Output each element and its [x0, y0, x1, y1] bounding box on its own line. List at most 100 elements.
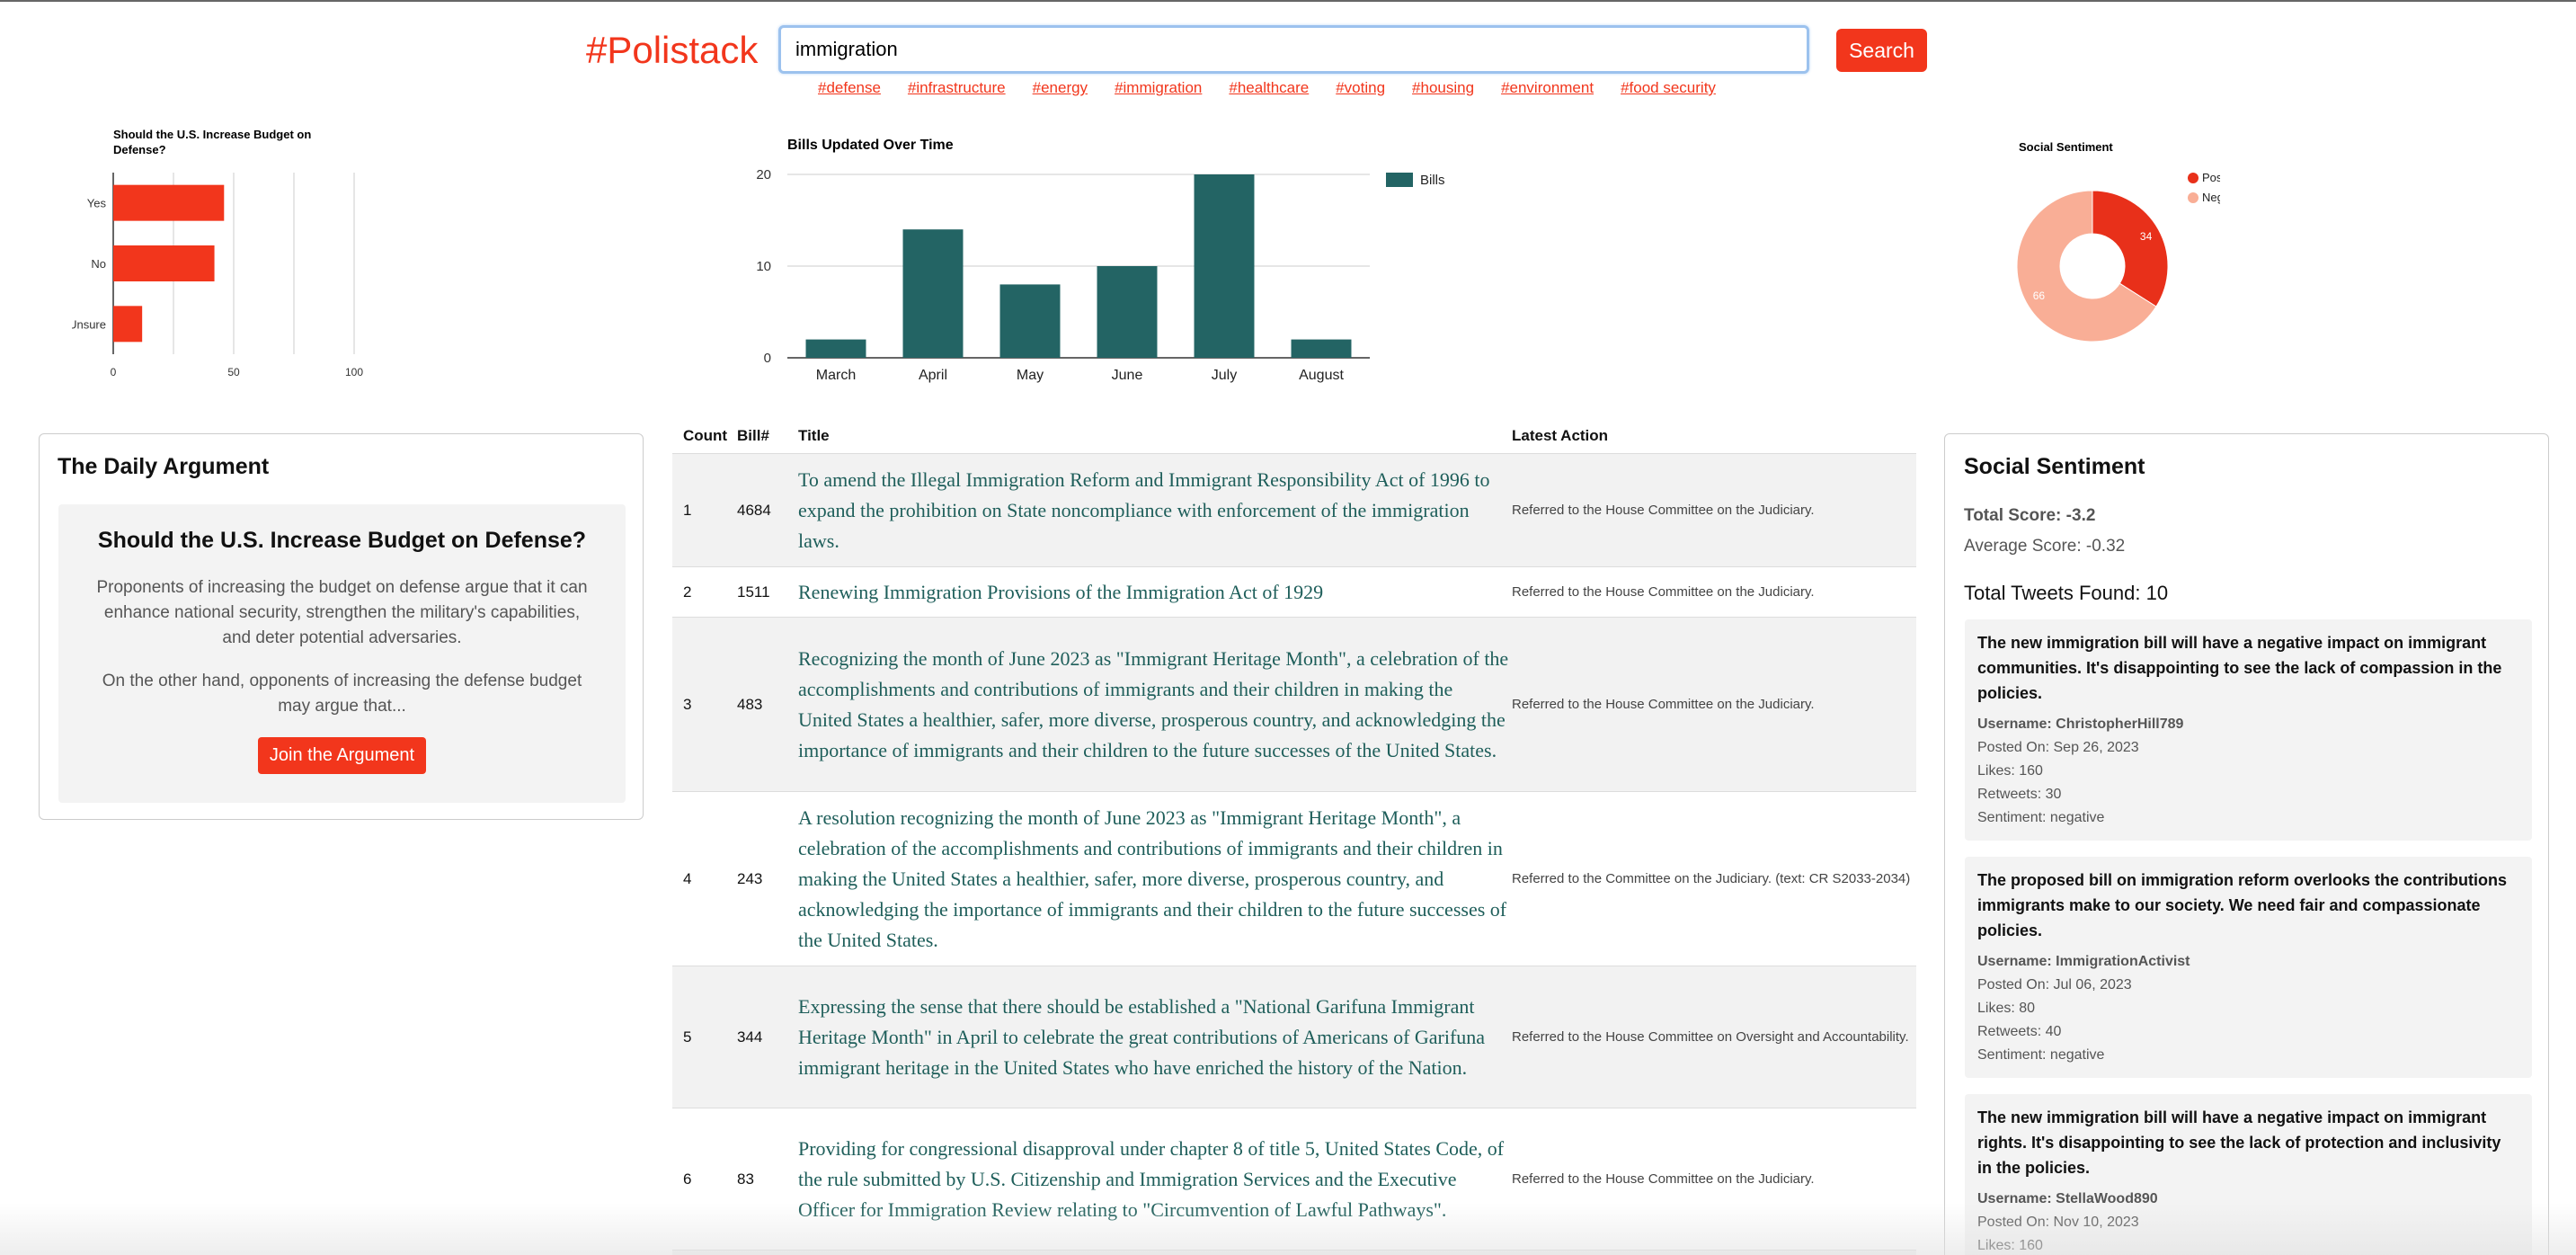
- join-argument-button[interactable]: Join the Argument: [257, 737, 427, 774]
- poll-x-tick: 0: [111, 366, 117, 378]
- bills-x-tick: May: [1017, 368, 1044, 383]
- header-bill-number: Bill#: [737, 427, 769, 444]
- poll-category-label: Unsure: [72, 317, 106, 331]
- sentiment-slice-positive: [2092, 190, 2169, 307]
- bills-y-tick: 10: [756, 259, 771, 274]
- row-count: 1: [683, 501, 692, 519]
- bills-bar: [999, 284, 1061, 358]
- header-latest-action: Latest Action: [1512, 427, 1609, 444]
- tag-immigration[interactable]: #immigration: [1115, 79, 1202, 97]
- sentiment-slice-label: 66: [2033, 289, 2046, 302]
- bills-y-tick: 20: [756, 167, 771, 182]
- row-bill-number: 483: [737, 695, 763, 713]
- bills-table-header: Count Bill# Title Latest Action: [672, 419, 1916, 453]
- poll-category-label: No: [91, 257, 106, 271]
- sentiment-legend-label: Negative: [2202, 191, 2220, 204]
- total-score: Total Score: -3.2: [1964, 506, 2095, 526]
- row-count: 5: [683, 1028, 692, 1046]
- search-input[interactable]: [778, 25, 1809, 74]
- poll-category-label: Yes: [87, 197, 107, 210]
- tweet-card: The new immigration bill will have a neg…: [1965, 1094, 2532, 1255]
- bills-x-tick: July: [1212, 368, 1237, 383]
- tag-defense[interactable]: #defense: [818, 79, 881, 97]
- table-row: 6 83 Providing for congressional disappr…: [672, 1108, 1916, 1250]
- poll-bar: [113, 184, 225, 221]
- tweet-likes: Likes: 160: [1977, 763, 2043, 779]
- table-row: 5 344 Expressing the sense that there sh…: [672, 966, 1916, 1108]
- argument-panel: Should the U.S. Increase Budget on Defen…: [58, 504, 626, 803]
- tweet-text: The new immigration bill will have a neg…: [1977, 1108, 2501, 1177]
- poll-chart-title-line2: Defense?: [113, 143, 166, 156]
- table-row: 3 483 Recognizing the month of June 2023…: [672, 617, 1916, 791]
- bills-over-time-chart: Bills Updated Over Time 0 10 20 March April M…: [756, 138, 1445, 383]
- daily-argument-card: The Daily Argument Should the U.S. Incre…: [39, 433, 644, 820]
- tweet-posted: Posted On: Jul 06, 2023: [1977, 977, 2132, 992]
- bill-title-link[interactable]: Expressing the sense that there should b…: [789, 984, 1510, 1090]
- row-count: 6: [683, 1170, 692, 1188]
- tweet-posted: Posted On: Nov 10, 2023: [1977, 1215, 2139, 1230]
- bill-title-link[interactable]: A resolution recognizing the month of Ju…: [789, 796, 1510, 963]
- tag-food-security[interactable]: #food security: [1621, 79, 1716, 97]
- tag-housing[interactable]: #housing: [1412, 79, 1474, 97]
- tweet-card: The new immigration bill will have a neg…: [1965, 619, 2532, 841]
- social-sentiment-card: Social Sentiment Total Score: -3.2 Avera…: [1944, 433, 2549, 1255]
- bills-table: Count Bill# Title Latest Action 1 4684 T…: [672, 419, 1916, 1255]
- average-score-label: Average Score:: [1964, 537, 2082, 556]
- argument-con-text: On the other hand, opponents of increasi…: [102, 672, 582, 716]
- tag-infrastructure[interactable]: #infrastructure: [908, 79, 1006, 97]
- row-latest-action: Referred to the House Committee on the J…: [1512, 1170, 1815, 1187]
- tweet-text: The proposed bill on immigration reform …: [1977, 871, 2508, 939]
- bills-bar: [902, 229, 964, 358]
- tweet-username: Username: StellaWood890: [1977, 1191, 2158, 1206]
- bills-bar: [1194, 174, 1255, 358]
- table-row: 4 243 A resolution recognizing the month…: [672, 791, 1916, 966]
- row-count: 3: [683, 695, 692, 713]
- tweet-sentiment: Sentiment: negative: [1977, 810, 2105, 825]
- bills-bar: [1097, 266, 1158, 358]
- bill-title-link[interactable]: To amend the Illegal Immigration Reform …: [789, 458, 1510, 564]
- row-bill-number: 4684: [737, 501, 771, 519]
- tweet-likes: Likes: 160: [1977, 1238, 2043, 1253]
- average-score-value: -0.32: [2085, 537, 2126, 556]
- poll-bar: [113, 245, 215, 281]
- row-count: 4: [683, 869, 692, 887]
- tweet-sentiment: Sentiment: negative: [1977, 1047, 2105, 1063]
- bill-title-link[interactable]: Providing for congressional disapproval …: [789, 1126, 1510, 1233]
- sentiment-donut-chart: Social Sentiment 34 66 Positive Negative: [2016, 140, 2220, 343]
- daily-argument-title: The Daily Argument: [58, 454, 270, 479]
- bill-title-link[interactable]: Renewing Immigration Provisions of the I…: [789, 570, 1510, 615]
- table-row: 2 1511 Renewing Immigration Provisions o…: [672, 566, 1916, 617]
- bills-bar: [1291, 339, 1352, 358]
- tweet-username: Username: ChristopherHill789: [1977, 717, 2184, 732]
- poll-x-tick: 50: [227, 366, 240, 378]
- bill-title-link[interactable]: Recognizing the month of June 2023 as "I…: [789, 636, 1510, 773]
- tweet-card: The proposed bill on immigration reform …: [1965, 857, 2532, 1078]
- search-button[interactable]: Search: [1836, 29, 1927, 72]
- sentiment-legend-label: Positive: [2202, 171, 2220, 184]
- tweet-text: The new immigration bill will have a neg…: [1977, 634, 2502, 702]
- bills-legend-swatch: [1386, 173, 1413, 187]
- table-row: [672, 1250, 1916, 1255]
- tag-environment[interactable]: #environment: [1501, 79, 1594, 97]
- tag-energy[interactable]: #energy: [1033, 79, 1088, 97]
- header-count: Count: [683, 427, 728, 444]
- sentiment-slice-label: 34: [2140, 230, 2153, 243]
- tweet-posted: Posted On: Sep 26, 2023: [1977, 740, 2139, 755]
- row-latest-action: Referred to the House Committee on Overs…: [1512, 1028, 1909, 1045]
- poll-x-tick: 100: [345, 366, 363, 378]
- row-bill-number: 1511: [737, 583, 770, 601]
- table-row: 1 4684 To amend the Illegal Immigration …: [672, 453, 1916, 566]
- bills-legend-label: Bills: [1420, 173, 1445, 188]
- header-title: Title: [798, 427, 830, 444]
- total-score-value: -3.2: [2065, 506, 2096, 525]
- argument-question: Should the U.S. Increase Budget on Defen…: [97, 528, 587, 553]
- tag-voting[interactable]: #voting: [1336, 79, 1385, 97]
- tweet-username: Username: ImmigrationActivist: [1977, 954, 2190, 969]
- bills-chart-title: Bills Updated Over Time: [787, 138, 954, 153]
- poll-bar: [113, 306, 143, 343]
- tweet-likes: Likes: 80: [1977, 1001, 2036, 1016]
- row-bill-number: 83: [737, 1170, 754, 1188]
- app-logo[interactable]: #Polistack: [586, 29, 758, 72]
- tag-healthcare[interactable]: #healthcare: [1229, 79, 1309, 97]
- row-latest-action: Referred to the House Committee on the J…: [1512, 696, 1815, 712]
